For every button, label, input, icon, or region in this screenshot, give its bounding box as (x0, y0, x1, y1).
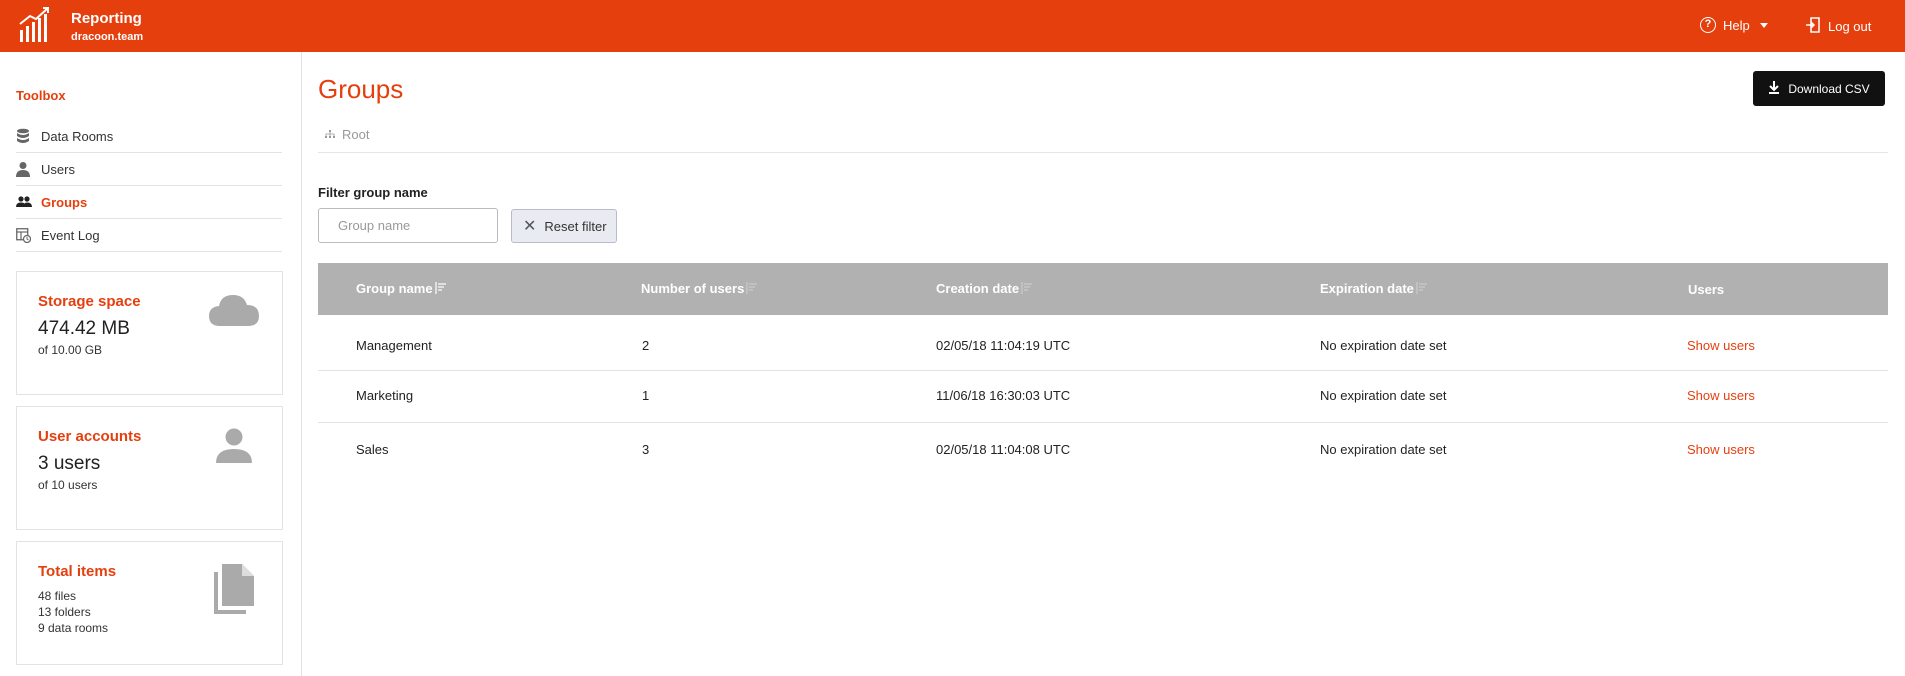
cell-number-of-users: 2 (642, 338, 650, 353)
page-title: Groups (318, 74, 404, 104)
column-header-expiration-date[interactable]: Expiration date (1320, 281, 1428, 297)
cloud-icon (208, 292, 260, 331)
user-icon (216, 427, 252, 466)
cell-expiration-date: No expiration date set (1320, 442, 1447, 457)
top-bar: Reporting dracoon.team ? Help Log out (0, 0, 1905, 52)
cell-expiration-date: No expiration date set (1320, 388, 1447, 403)
file-copy-icon (212, 562, 256, 617)
cell-number-of-users: 3 (642, 442, 650, 457)
show-users-link[interactable]: Show users (1687, 442, 1755, 457)
group-name-filter-input[interactable] (318, 208, 498, 243)
items-lines: 48 files 13 folders 9 data rooms (38, 588, 108, 636)
question-icon: ? (1700, 17, 1716, 33)
show-users-link[interactable]: Show users (1687, 388, 1755, 403)
items-data-rooms: 9 data rooms (38, 621, 109, 635)
table-row: Marketing 1 11/06/18 16:30:03 UTC No exp… (318, 371, 1888, 423)
table-row: Management 2 02/05/18 11:04:19 UTC No ex… (318, 319, 1888, 371)
column-header-group-name[interactable]: Group name (356, 281, 447, 297)
storage-title: Storage space (38, 293, 141, 310)
cell-expiration-date: No expiration date set (1320, 338, 1447, 353)
sidebar: Toolbox Data Rooms Users Groups Event Lo… (0, 52, 302, 676)
sidebar-item-label: Users (41, 161, 75, 177)
cell-creation-date: 02/05/18 11:04:19 UTC (936, 338, 1071, 353)
items-folders: 13 folders (38, 605, 91, 619)
breadcrumb[interactable]: Root (325, 127, 369, 142)
cell-group-name: Management (356, 338, 432, 353)
app-title: Reporting (71, 10, 142, 27)
cell-creation-date: 11/06/18 16:30:03 UTC (936, 388, 1071, 403)
event-log-icon (16, 227, 41, 243)
sidebar-item-label: Event Log (41, 227, 100, 243)
filter-label: Filter group name (318, 185, 428, 200)
cell-group-name: Marketing (356, 388, 414, 403)
chevron-down-icon (1759, 22, 1768, 28)
database-icon (16, 128, 41, 144)
logout-label: Log out (1828, 19, 1872, 34)
toolbox-title: Toolbox (16, 88, 66, 103)
logout-button[interactable]: Log out (1806, 17, 1871, 36)
close-icon: ✕ (523, 218, 537, 235)
items-title: Total items (38, 563, 117, 580)
sidebar-item-event-log[interactable]: Event Log (16, 219, 282, 252)
column-header-creation-date[interactable]: Creation date (936, 281, 1033, 297)
app-subtitle: dracoon.team (71, 31, 144, 43)
download-csv-button[interactable]: Download CSV (1753, 71, 1885, 106)
logout-icon (1806, 17, 1820, 36)
breadcrumb-root: Root (342, 127, 370, 142)
help-label: Help (1723, 17, 1750, 33)
accounts-title: User accounts (38, 428, 142, 445)
download-label: Download CSV (1788, 81, 1870, 96)
show-users-link[interactable]: Show users (1687, 338, 1755, 353)
cell-number-of-users: 1 (642, 388, 650, 403)
divider (318, 152, 1888, 153)
sidebar-item-data-rooms[interactable]: Data Rooms (16, 120, 282, 153)
sort-icon (746, 282, 758, 297)
sidebar-item-users[interactable]: Users (16, 153, 282, 186)
items-files: 48 files (38, 589, 77, 603)
accounts-value: 3 users (38, 453, 101, 474)
column-header-number-of-users[interactable]: Number of users (641, 281, 758, 297)
table-header: Group name Number of users Creation date… (318, 263, 1888, 315)
sidebar-item-groups[interactable]: Groups (16, 186, 282, 219)
download-icon (1768, 80, 1780, 97)
users-icon (16, 196, 41, 208)
help-menu[interactable]: ? Help (1700, 17, 1768, 33)
user-accounts-card: User accounts 3 users of 10 users (16, 406, 283, 530)
storage-value: 474.42 MB (38, 318, 130, 339)
storage-card: Storage space 474.42 MB of 10.00 GB (16, 271, 283, 395)
total-items-card: Total items 48 files 13 folders 9 data r… (16, 541, 283, 665)
column-header-users: Users (1688, 281, 1725, 297)
sidebar-item-label: Data Rooms (41, 128, 114, 144)
reset-filter-button[interactable]: ✕ Reset filter (511, 209, 617, 243)
sort-icon (1021, 282, 1033, 297)
cell-creation-date: 02/05/18 11:04:08 UTC (936, 442, 1071, 457)
groups-table: Group name Number of users Creation date… (318, 263, 1888, 475)
sidebar-item-label: Groups (41, 194, 88, 210)
reset-filter-label: Reset filter (544, 218, 607, 234)
sort-icon (1416, 282, 1428, 297)
hierarchy-icon (325, 127, 335, 142)
cell-group-name: Sales (356, 442, 389, 457)
storage-sub: of 10.00 GB (38, 343, 103, 357)
table-row: Sales 3 02/05/18 11:04:08 UTC No expirat… (318, 423, 1888, 475)
user-icon (16, 161, 41, 177)
sidebar-nav: Data Rooms Users Groups Event Log (16, 120, 282, 252)
reporting-logo-icon (18, 6, 52, 44)
accounts-sub: of 10 users (38, 478, 98, 492)
sort-icon (434, 282, 447, 297)
